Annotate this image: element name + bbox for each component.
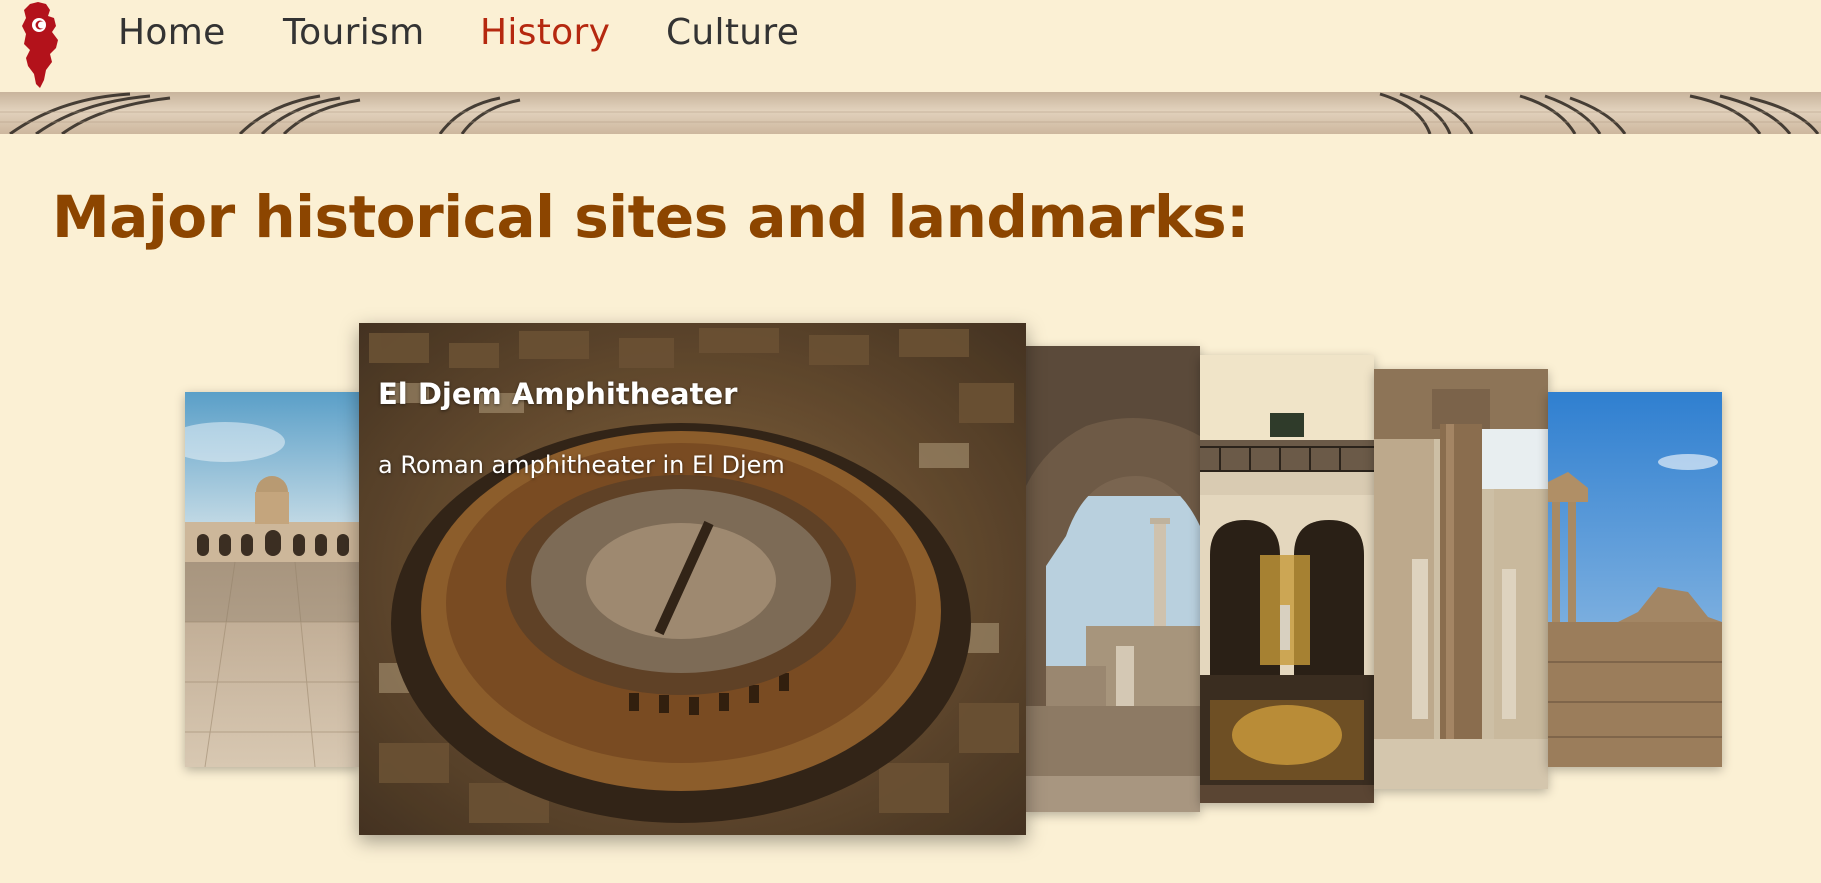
page-heading: Major historical sites and landmarks: — [52, 183, 1249, 251]
navbar: Home Tourism History Culture — [0, 0, 1821, 92]
dougga-temple-ruins-photo — [1548, 392, 1722, 767]
roman-villa-column-photo — [1374, 369, 1548, 789]
nav-home-link[interactable]: Home — [118, 12, 226, 53]
carousel-card-mosque[interactable] — [185, 392, 359, 767]
card-description: a Roman amphitheater in El Djem — [378, 451, 785, 479]
amphitheater-steps-banner — [0, 92, 1821, 134]
carousel-card-dougga[interactable] — [1548, 392, 1722, 767]
card-title: El Djem Amphitheater — [378, 377, 738, 411]
nav-history-link[interactable]: History — [480, 12, 610, 53]
carousel-card-bardo[interactable] — [1200, 355, 1374, 803]
nav-culture-link[interactable]: Culture — [666, 12, 799, 53]
carousel-card-column[interactable] — [1374, 369, 1548, 789]
carousel-card-carthage[interactable] — [1026, 346, 1200, 812]
tunisia-map-logo-icon[interactable] — [16, 0, 66, 90]
carousel-card-el-djem[interactable]: El Djem Amphitheater a Roman amphitheate… — [359, 323, 1026, 835]
carthage-ruins-arch-photo — [1026, 346, 1200, 812]
nav-tourism-link[interactable]: Tourism — [283, 12, 424, 53]
bardo-museum-courtyard-photo — [1200, 355, 1374, 803]
kairouan-great-mosque-photo — [185, 392, 359, 767]
